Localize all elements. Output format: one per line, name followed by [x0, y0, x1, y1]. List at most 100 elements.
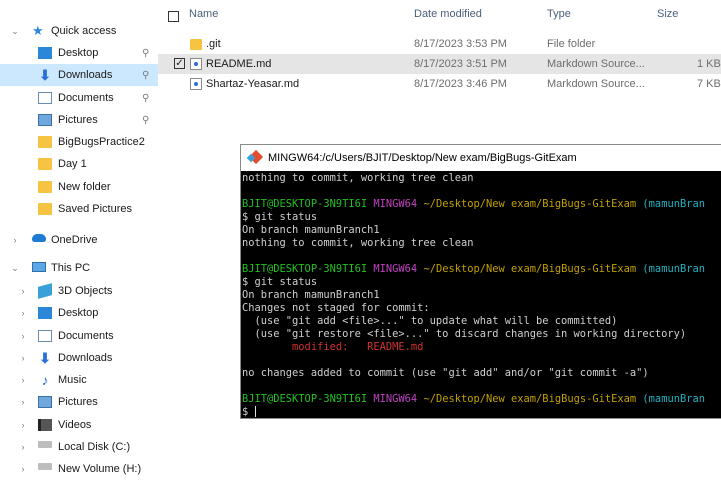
documents-icon: [38, 330, 52, 342]
terminal-line: On branch mamunBranch1: [242, 224, 380, 236]
folder-icon: [38, 181, 52, 193]
chevron-right-icon[interactable]: ›: [18, 308, 28, 318]
nav-item-label: New folder: [58, 181, 111, 193]
this-pc-icon: [32, 262, 46, 272]
desktop-icon: [38, 307, 52, 319]
chevron-right-icon[interactable]: ›: [18, 286, 28, 296]
column-header-name[interactable]: Name: [189, 8, 218, 28]
chevron-right-icon[interactable]: ›: [18, 420, 28, 430]
nav-item-label: OneDrive: [51, 234, 98, 246]
markdown-file-icon: [190, 78, 202, 90]
pin-icon: ⚲: [142, 114, 150, 126]
3d-objects-icon: [38, 283, 52, 299]
chevron-right-icon[interactable]: ›: [18, 442, 28, 452]
nav-item-quick-access[interactable]: ⌄ ★ Quick access: [0, 20, 158, 42]
nav-item-onedrive[interactable]: › OneDrive: [0, 229, 158, 251]
terminal-modified-line: modified: README.md: [242, 341, 424, 353]
chevron-right-icon[interactable]: ›: [18, 375, 28, 385]
nav-item-videos[interactable]: › Videos: [0, 414, 158, 436]
row-checkbox[interactable]: ✓: [174, 58, 185, 69]
column-header-type[interactable]: Type: [547, 8, 571, 28]
chevron-down-icon[interactable]: ⌄: [10, 26, 20, 37]
documents-icon: [38, 92, 52, 104]
nav-item-label: Local Disk (C:): [58, 441, 131, 453]
terminal-line: $ git status: [242, 211, 318, 223]
pin-icon: ⚲: [142, 47, 150, 59]
nav-item-desktop[interactable]: Desktop ⚲: [0, 42, 158, 64]
nav-item-label: Desktop: [58, 47, 99, 59]
nav-item-pictures[interactable]: › Pictures: [0, 391, 158, 413]
chevron-right-icon[interactable]: ›: [18, 464, 28, 474]
file-name: .git: [206, 38, 221, 50]
pictures-icon: [38, 396, 52, 408]
chevron-right-icon[interactable]: ›: [18, 331, 28, 341]
nav-item-label: Pictures: [58, 114, 98, 126]
file-date: 8/17/2023 3:51 PM: [414, 58, 507, 70]
nav-item-day-1[interactable]: Day 1: [0, 153, 158, 175]
terminal-input-line[interactable]: $: [242, 406, 256, 419]
onedrive-icon: [32, 234, 46, 242]
nav-item-documents[interactable]: Documents ⚲: [0, 87, 158, 109]
terminal-line: nothing to commit, working tree clean: [242, 237, 474, 249]
file-date: 8/17/2023 3:46 PM: [414, 78, 507, 90]
file-date: 8/17/2023 3:53 PM: [414, 38, 507, 50]
file-type: Markdown Source...: [547, 58, 645, 70]
pictures-icon: [38, 114, 52, 126]
nav-item-label: New Volume (H:): [58, 463, 142, 475]
text-cursor: [254, 406, 256, 417]
file-type: Markdown Source...: [547, 78, 645, 90]
nav-item-label: Day 1: [58, 158, 87, 170]
desktop-icon: [38, 47, 52, 59]
column-header-size[interactable]: Size: [657, 8, 678, 28]
nav-item-downloads[interactable]: ⬇ Downloads ⚲: [0, 64, 158, 86]
chevron-right-icon[interactable]: ›: [18, 353, 28, 363]
file-size: 7 KB: [697, 78, 721, 90]
folder-icon: [38, 136, 52, 148]
file-name: Shartaz-Yeasar.md: [206, 78, 300, 90]
git-bash-terminal-window[interactable]: MINGW64:/c/Users/BJIT/Desktop/New exam/B…: [240, 144, 721, 419]
drive-icon: [38, 463, 52, 470]
file-row[interactable]: Shartaz-Yeasar.md 8/17/2023 3:46 PM Mark…: [158, 74, 721, 94]
chevron-down-icon[interactable]: ⌄: [10, 263, 20, 274]
nav-item-saved-pictures[interactable]: Saved Pictures: [0, 198, 158, 220]
terminal-line: $ git status: [242, 276, 318, 288]
music-icon: ♪: [41, 372, 49, 388]
nav-item-pictures[interactable]: Pictures ⚲: [0, 109, 158, 131]
nav-item-downloads[interactable]: › ⬇ Downloads: [0, 347, 158, 369]
nav-item-music[interactable]: › ♪ Music: [0, 369, 158, 391]
navigation-pane: ⌄ ★ Quick access Desktop ⚲ ⬇ Downloads ⚲ Documen…: [0, 0, 158, 477]
select-all-checkbox[interactable]: [168, 11, 179, 22]
nav-item-this-pc[interactable]: ⌄ This PC: [0, 257, 158, 279]
chevron-right-icon[interactable]: ›: [10, 235, 20, 245]
markdown-file-icon: [190, 58, 202, 70]
nav-item-label: BigBugsPractice2: [58, 136, 145, 148]
terminal-line: Changes not staged for commit:: [242, 302, 430, 314]
nav-item-bigbugspractice2[interactable]: BigBugsPractice2: [0, 131, 158, 153]
folder-icon: [190, 39, 202, 50]
nav-item-label: Music: [58, 374, 87, 386]
file-row[interactable]: .git 8/17/2023 3:53 PM File folder: [158, 34, 721, 54]
chevron-right-icon[interactable]: ›: [18, 397, 28, 407]
terminal-title-bar[interactable]: MINGW64:/c/Users/BJIT/Desktop/New exam/B…: [241, 145, 721, 171]
folder-icon: [38, 158, 52, 170]
file-row[interactable]: ✓ README.md 8/17/2023 3:51 PM Markdown S…: [158, 54, 721, 74]
pin-icon: ⚲: [142, 69, 150, 81]
nav-item-label: Downloads: [58, 352, 113, 364]
nav-item-documents[interactable]: › Documents: [0, 325, 158, 347]
nav-item-local-disk-c[interactable]: › Local Disk (C:): [0, 436, 158, 458]
file-type: File folder: [547, 38, 596, 50]
downloads-icon: ⬇: [39, 67, 51, 83]
terminal-output[interactable]: nothing to commit, working tree clean BJ…: [241, 171, 721, 419]
terminal-line: (use "git restore <file>..." to discard …: [242, 328, 687, 340]
nav-item-new-folder[interactable]: New folder: [0, 176, 158, 198]
file-name: README.md: [206, 58, 272, 70]
nav-item-label: Downloads: [58, 69, 113, 81]
nav-item-label: Documents: [58, 92, 114, 104]
file-size: 1 KB: [697, 58, 721, 70]
downloads-icon: ⬇: [39, 350, 51, 366]
column-header-date-modified[interactable]: Date modified: [414, 8, 482, 28]
star-icon: ★: [32, 23, 44, 38]
nav-item-3d-objects[interactable]: › 3D Objects: [0, 280, 158, 302]
nav-item-label: This PC: [51, 262, 91, 274]
nav-item-desktop[interactable]: › Desktop: [0, 302, 158, 324]
